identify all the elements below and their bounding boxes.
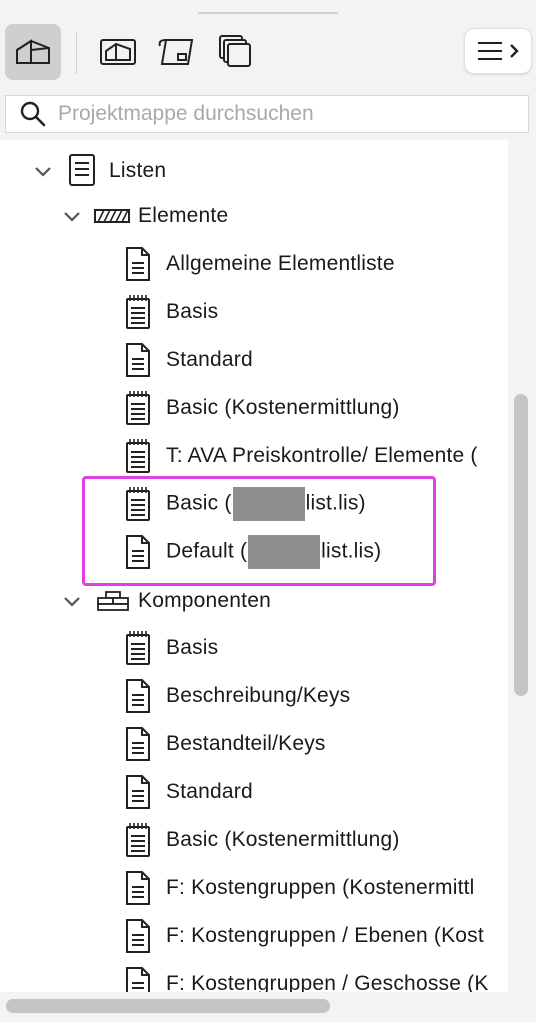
document-icon xyxy=(126,535,150,569)
panel-menu-button[interactable] xyxy=(464,28,532,74)
item-label-prefix: Default ( xyxy=(166,539,248,563)
document-icon xyxy=(126,679,150,713)
navigator-toolbar xyxy=(0,20,536,84)
view-map-icon xyxy=(100,39,136,65)
tree-item[interactable]: F: Kostengruppen / Geschosse (K xyxy=(0,964,508,992)
list-document-icon xyxy=(126,391,150,425)
document-icon xyxy=(126,967,150,992)
document-icon xyxy=(126,247,150,281)
tree-item[interactable]: Bestandteil/Keys xyxy=(0,724,508,764)
tree-item-label: Basic ( list.lis) xyxy=(166,487,366,521)
item-label-suffix: list.lis) xyxy=(305,491,366,515)
tree-item[interactable]: Basic ( list.lis) xyxy=(0,484,508,524)
tree-item-label: Basis xyxy=(166,300,219,323)
item-label-suffix: list.lis) xyxy=(321,539,382,563)
redaction-block xyxy=(232,487,305,521)
tree-item-label: Default ( list.lis) xyxy=(166,535,381,569)
chevron-down-icon[interactable] xyxy=(33,161,53,181)
chevron-down-icon[interactable] xyxy=(62,591,82,611)
tree-item[interactable]: Standard xyxy=(0,340,508,380)
tree-item-label: Beschreibung/Keys xyxy=(166,684,351,707)
component-bricks-icon xyxy=(97,591,129,611)
layout-book-icon xyxy=(158,39,194,65)
tree-item-label: F: Kostengruppen / Ebenen (Kost xyxy=(166,924,484,947)
tree-item[interactable]: Allgemeine Elementliste xyxy=(0,244,508,284)
tree-item[interactable]: F: Kostengruppen / Ebenen (Kost xyxy=(0,916,508,956)
tree-item[interactable]: Standard xyxy=(0,772,508,812)
tree-node-elemente[interactable]: Elemente xyxy=(0,196,508,236)
search-input[interactable] xyxy=(58,102,498,126)
tree-item-label: F: Kostengruppen (Kostenermittl xyxy=(166,876,475,899)
list-document-icon xyxy=(126,823,150,857)
tree-item[interactable]: F: Kostengruppen (Kostenermittl xyxy=(0,868,508,908)
layout-book-button[interactable] xyxy=(148,24,204,80)
chevron-down-icon[interactable] xyxy=(62,206,82,226)
document-icon xyxy=(126,343,150,377)
list-document-icon xyxy=(126,631,150,665)
tree-item[interactable]: Beschreibung/Keys xyxy=(0,676,508,716)
hatched-element-icon xyxy=(94,209,130,223)
tree-item-label: Basis xyxy=(166,636,219,659)
tree-item-label: Basic (Kostenermittlung) xyxy=(166,396,400,419)
tree-item-label: Standard xyxy=(166,348,253,371)
project-map-button[interactable] xyxy=(5,24,61,80)
panel-grab-handle[interactable] xyxy=(198,12,338,14)
view-map-button[interactable] xyxy=(90,24,146,80)
tree-item[interactable]: Default ( list.lis) xyxy=(0,532,508,572)
tree-item-label: F: Kostengruppen / Geschosse (K xyxy=(166,972,489,992)
document-icon xyxy=(126,919,150,953)
list-document-icon xyxy=(126,295,150,329)
tree-node-listen[interactable]: Listen xyxy=(0,151,508,191)
chevron-right-icon xyxy=(510,44,519,58)
tree-item[interactable]: T: AVA Preiskontrolle/ Elemente ( xyxy=(0,436,508,476)
vertical-scrollbar-thumb[interactable] xyxy=(514,394,528,696)
list-document-icon xyxy=(126,439,150,473)
document-icon xyxy=(126,775,150,809)
item-label-prefix: Basic ( xyxy=(166,491,232,515)
tree-node-label: Elemente xyxy=(138,204,229,227)
tree-item[interactable]: Basis xyxy=(0,628,508,668)
publisher-sets-button[interactable] xyxy=(206,24,262,80)
tree-node-komponenten[interactable]: Komponenten xyxy=(0,581,508,621)
search-field[interactable] xyxy=(5,95,529,133)
tree-node-label: Komponenten xyxy=(138,589,271,612)
tree-item[interactable]: Basis xyxy=(0,292,508,332)
redaction-block xyxy=(248,535,321,569)
project-home-icon xyxy=(16,39,50,64)
list-folder-icon xyxy=(69,154,95,186)
document-icon xyxy=(126,871,150,905)
hamburger-menu-icon xyxy=(478,42,502,60)
search-icon xyxy=(20,101,46,127)
project-tree: Listen Elemente Allgemeine Elementliste B… xyxy=(0,140,508,992)
tree-item-label: T: AVA Preiskontrolle/ Elemente ( xyxy=(166,444,478,467)
tree-item-label: Bestandteil/Keys xyxy=(166,732,326,755)
tree-node-label: Listen xyxy=(109,159,167,182)
tree-item[interactable]: Basic (Kostenermittlung) xyxy=(0,388,508,428)
tree-item[interactable]: Basic (Kostenermittlung) xyxy=(0,820,508,860)
tree-item-label: Standard xyxy=(166,780,253,803)
publisher-sets-icon xyxy=(219,35,251,67)
horizontal-scrollbar-thumb[interactable] xyxy=(6,999,330,1013)
tree-item-label: Allgemeine Elementliste xyxy=(166,252,395,275)
toolbar-divider xyxy=(76,32,77,74)
document-icon xyxy=(126,727,150,761)
tree-item-label: Basic (Kostenermittlung) xyxy=(166,828,400,851)
list-document-icon xyxy=(126,487,150,521)
